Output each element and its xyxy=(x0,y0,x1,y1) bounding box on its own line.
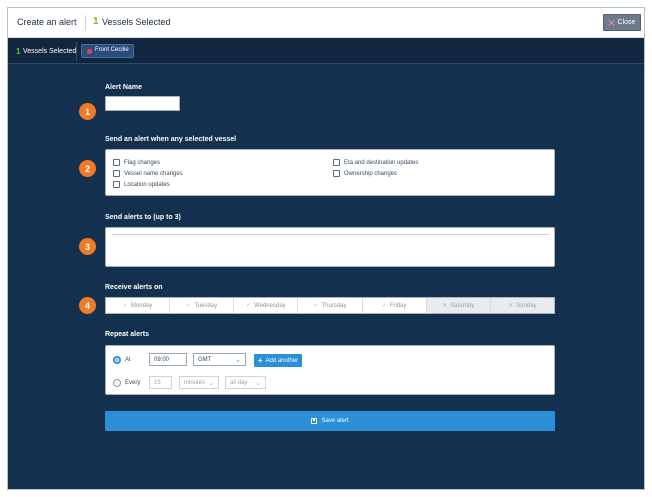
condition-location-updates[interactable]: Location updates xyxy=(113,181,170,188)
timezone-select[interactable]: GMT ⌄ xyxy=(193,353,246,366)
radio-every[interactable] xyxy=(113,379,121,387)
close-label: Close xyxy=(617,19,636,26)
step-badge-1: 1 xyxy=(79,103,96,120)
condition-label: Ownership changes xyxy=(344,170,398,177)
alert-name-input[interactable] xyxy=(105,96,180,111)
day-label: Tuesday xyxy=(194,302,218,309)
vessel-chip-label: Front Cecilie xyxy=(95,47,129,53)
step-badge-2: 2 xyxy=(79,160,96,177)
time-value: 09:00 xyxy=(154,356,170,363)
radio-at[interactable] xyxy=(113,356,121,364)
step-badge-3: 3 xyxy=(79,238,96,255)
condition-label: Location updates xyxy=(124,181,170,188)
checkbox-icon xyxy=(113,159,120,166)
chevron-down-icon: ⌄ xyxy=(255,380,261,387)
repeat-box: At 09:00 GMT ⌄ + Add another Every 15 mi… xyxy=(105,345,555,395)
condition-flag-changes[interactable]: Flag changes xyxy=(113,159,160,166)
send-when-label: Send an alert when any selected vessel xyxy=(105,136,237,143)
alert-form: 1 Alert Name 2 Send an alert when any se… xyxy=(8,65,644,489)
checkbox-icon xyxy=(333,159,340,166)
day-monday[interactable]: ✓ Monday xyxy=(106,298,171,313)
day-label: Saturday xyxy=(450,302,475,309)
day-sunday[interactable]: ✕ Sunday xyxy=(490,298,554,313)
every-label: Every xyxy=(125,380,141,386)
condition-label: Eta and destination updates xyxy=(344,159,419,166)
condition-eta-destination[interactable]: Eta and destination updates xyxy=(333,159,418,166)
plus-icon: + xyxy=(257,355,263,365)
at-label: At xyxy=(125,357,131,363)
day-label: Thursday xyxy=(321,302,347,309)
selected-count: 1 xyxy=(93,16,99,27)
timezone-value: GMT xyxy=(198,356,212,363)
day-saturday[interactable]: ✕ Saturday xyxy=(426,298,491,313)
alert-dialog: Create an alert 1 Vessels Selected Close… xyxy=(7,7,645,490)
vessels-divider xyxy=(76,42,77,61)
period-value: all day xyxy=(230,379,248,386)
day-thursday[interactable]: ✓ Thursday xyxy=(298,298,363,313)
unit-value: minutes xyxy=(184,379,206,386)
checkbox-icon xyxy=(113,181,120,188)
condition-label: Vessel name changes xyxy=(124,170,183,177)
unit-select[interactable]: minutes ⌄ xyxy=(179,376,219,389)
dialog-header: Create an alert 1 Vessels Selected Close xyxy=(8,8,644,38)
checkbox-icon xyxy=(333,170,340,177)
vessel-status-dot xyxy=(87,49,92,54)
recipients-box[interactable] xyxy=(105,227,555,267)
condition-vessel-name-changes[interactable]: Vessel name changes xyxy=(113,170,183,177)
recipients-input-line xyxy=(112,234,549,235)
cross-icon: ✕ xyxy=(442,303,448,309)
save-alert-label: Save alert xyxy=(321,418,349,424)
repeat-label: Repeat alerts xyxy=(105,331,149,338)
alert-name-label: Alert Name xyxy=(105,84,142,91)
dialog-title: Create an alert xyxy=(17,17,77,27)
every-input[interactable]: 15 xyxy=(149,376,172,389)
check-icon: ✓ xyxy=(381,303,387,309)
step-badge-4: 4 xyxy=(79,297,96,314)
add-another-button[interactable]: + Add another xyxy=(254,354,302,367)
vessels-label: Vessels Selected xyxy=(23,48,77,55)
chevron-down-icon: ⌄ xyxy=(208,380,214,387)
check-icon: ✓ xyxy=(313,303,319,309)
cross-icon: ✕ xyxy=(508,303,514,309)
check-icon: ✓ xyxy=(246,303,252,309)
vessel-chip[interactable]: Front Cecilie xyxy=(81,44,134,58)
day-label: Sunday xyxy=(516,302,537,309)
send-to-label: Send alerts to (up to 3) xyxy=(105,214,181,221)
vessels-count: 1 xyxy=(16,47,21,56)
close-button[interactable]: Close xyxy=(603,14,641,31)
receive-on-label: Receive alerts on xyxy=(105,284,163,291)
day-label: Monday xyxy=(130,302,153,309)
close-icon xyxy=(609,20,615,26)
condition-ownership-changes[interactable]: Ownership changes xyxy=(333,170,397,177)
period-select[interactable]: all day ⌄ xyxy=(225,376,266,389)
add-another-label: Add another xyxy=(265,357,299,364)
every-value: 15 xyxy=(154,379,161,386)
check-icon: ✓ xyxy=(122,303,128,309)
header-divider xyxy=(85,15,86,30)
day-tuesday[interactable]: ✓ Tuesday xyxy=(170,298,235,313)
day-wednesday[interactable]: ✓ Wednesday xyxy=(234,298,299,313)
selected-label: Vessels Selected xyxy=(102,17,171,27)
condition-label: Flag changes xyxy=(124,159,161,166)
day-label: Friday xyxy=(389,302,407,309)
weekday-selector: ✓ Monday ✓ Tuesday ✓ Wednesday ✓ Thursda… xyxy=(105,297,555,314)
chevron-down-icon: ⌄ xyxy=(235,357,241,364)
selected-vessels-bar: 1 Vessels Selected Front Cecilie xyxy=(8,39,644,64)
checkbox-icon xyxy=(113,170,120,177)
check-icon: ✓ xyxy=(186,303,192,309)
day-friday[interactable]: ✓ Friday xyxy=(362,298,427,313)
save-alert-button[interactable]: Save alert xyxy=(105,411,555,431)
time-input[interactable]: 09:00 xyxy=(149,353,187,366)
save-icon xyxy=(311,418,318,424)
conditions-box: Flag changes Vessel name changes Locatio… xyxy=(105,149,555,196)
day-label: Wednesday xyxy=(254,302,286,309)
